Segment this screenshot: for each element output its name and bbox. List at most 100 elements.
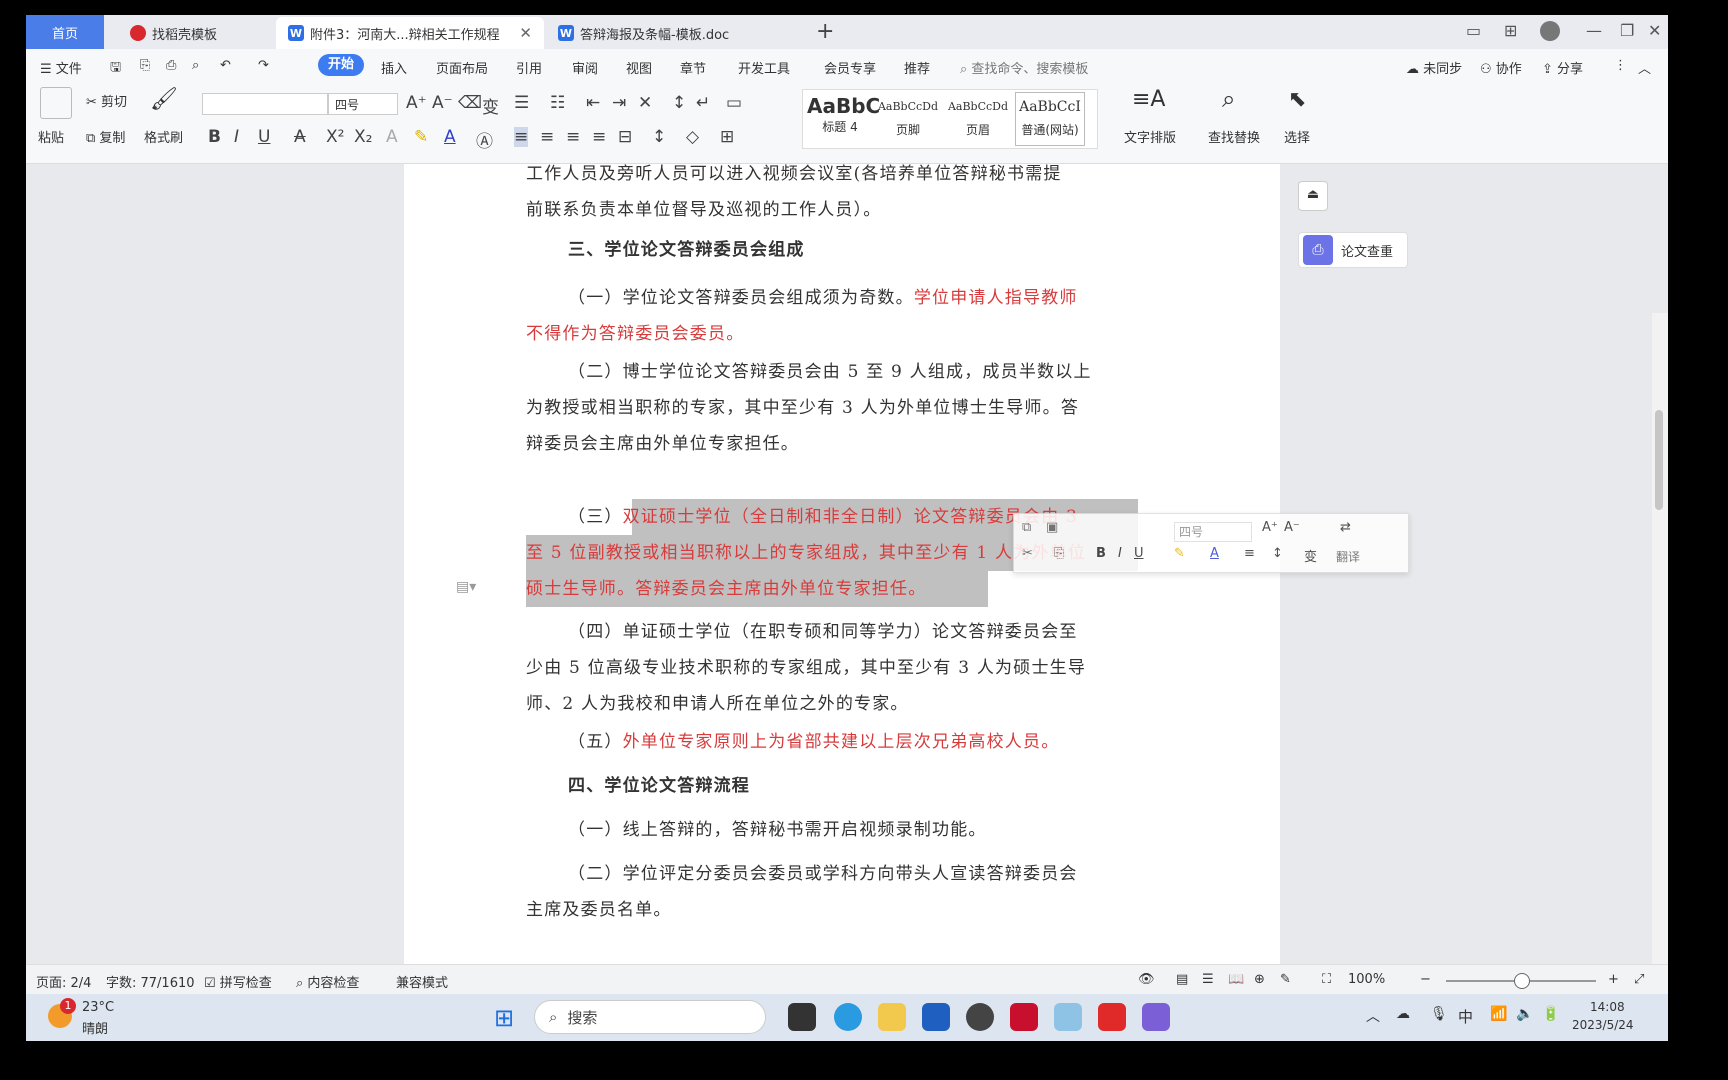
menu-insert[interactable]: 插入: [381, 58, 407, 77]
sync-button[interactable]: ☁ 未同步: [1406, 58, 1462, 77]
menu-member[interactable]: 会员专享: [824, 58, 876, 77]
bold-icon[interactable]: B: [208, 127, 221, 147]
more-icon[interactable]: ⋮: [1614, 58, 1627, 73]
style-heading4[interactable]: AaBbC 标题 4: [807, 94, 880, 135]
menu-developer[interactable]: 开发工具: [738, 58, 790, 77]
paragraph-handle-icon[interactable]: ▤▾: [456, 579, 476, 595]
copy-icon[interactable]: ⧉: [1022, 520, 1031, 535]
menu-chapter[interactable]: 章节: [680, 58, 706, 77]
align-left-icon[interactable]: ≡: [514, 127, 529, 147]
phonetic-icon[interactable]: 变: [1304, 546, 1317, 565]
italic-icon[interactable]: I: [1118, 546, 1122, 561]
font-size-select[interactable]: 四号: [328, 93, 398, 115]
bold-icon[interactable]: B: [1096, 546, 1106, 561]
menu-review[interactable]: 审阅: [572, 58, 598, 77]
align-center-icon[interactable]: ≡: [540, 127, 554, 147]
justify-icon[interactable]: ≡: [592, 127, 606, 147]
wifi-icon[interactable]: 📶: [1490, 1006, 1507, 1022]
export-icon[interactable]: ⎘: [140, 58, 150, 73]
page-view-icon[interactable]: ▤: [1176, 972, 1188, 987]
font-name-select[interactable]: [202, 93, 328, 115]
find-replace-button[interactable]: 查找替换: [1208, 127, 1260, 146]
menu-file[interactable]: ☰ 文件: [40, 58, 82, 77]
clear-format-icon[interactable]: ⌫: [458, 93, 482, 113]
microphone-icon[interactable]: 🎙: [1430, 1006, 1448, 1022]
reading-view-icon[interactable]: 📖: [1228, 972, 1244, 987]
mini-font-size[interactable]: 四号: [1174, 522, 1252, 542]
collab-button[interactable]: ⚇ 协作: [1480, 58, 1522, 77]
borders-icon[interactable]: ⊞: [720, 127, 734, 147]
command-search[interactable]: ⌕ 查找命令、搜索模板: [960, 58, 1088, 77]
battery-icon[interactable]: 🔋: [1542, 1006, 1559, 1022]
close-icon[interactable]: ✕: [519, 24, 532, 42]
paste-icon[interactable]: [40, 87, 72, 119]
strikethrough-icon[interactable]: A: [294, 127, 306, 147]
restore-icon[interactable]: ❐: [1620, 21, 1634, 40]
onedrive-icon[interactable]: ☁: [1396, 1006, 1410, 1022]
spell-check-button[interactable]: ☑ 拼写检查: [204, 972, 272, 991]
weather-desc[interactable]: 晴朗: [82, 1018, 108, 1037]
web-view-icon[interactable]: ⊕: [1254, 972, 1265, 987]
fit-page-icon[interactable]: ⛶: [1322, 972, 1331, 987]
cut-icon[interactable]: ✂: [1022, 546, 1033, 561]
align-icon[interactable]: ≡: [1244, 546, 1255, 561]
shading-icon[interactable]: ◇: [686, 127, 699, 147]
select-button[interactable]: 选择: [1284, 127, 1310, 146]
clock-time[interactable]: 14:08: [1590, 1000, 1625, 1014]
zoom-slider-knob[interactable]: [1514, 973, 1530, 989]
collapse-ribbon-icon[interactable]: ︿: [1638, 58, 1651, 77]
tab-poster-document[interactable]: W 答辩海报及条幅-模板.doc: [546, 17, 812, 49]
task-view-icon[interactable]: [788, 1003, 816, 1031]
new-tab-plus-icon[interactable]: +: [816, 19, 834, 44]
menu-page-layout[interactable]: 页面布局: [436, 58, 488, 77]
paste-icon[interactable]: ▣: [1046, 520, 1058, 535]
increase-indent-icon[interactable]: ⇥: [612, 93, 626, 113]
weather-temp[interactable]: 23°C: [82, 1000, 114, 1015]
superscript-icon[interactable]: X²: [326, 127, 344, 147]
edge-icon[interactable]: [834, 1003, 862, 1031]
tray-chevron-icon[interactable]: ︿: [1366, 1006, 1380, 1026]
translate-icon[interactable]: ⇄: [1340, 520, 1351, 535]
subscript-icon[interactable]: X₂: [354, 127, 372, 147]
grid-icon[interactable]: ⊞: [1504, 21, 1517, 40]
app-icon[interactable]: [1142, 1003, 1170, 1031]
show-marks-icon[interactable]: ↵: [696, 93, 710, 113]
line-spacing-icon[interactable]: ↕: [652, 127, 666, 147]
taskbar-search[interactable]: ⌕ 搜索: [534, 1000, 766, 1034]
highlight-icon[interactable]: ✎: [1174, 546, 1185, 561]
print-icon[interactable]: ⎙: [166, 58, 176, 73]
eye-protection-icon[interactable]: 👁: [1138, 972, 1155, 987]
phonetic-icon[interactable]: 变: [482, 93, 499, 118]
menu-recommend[interactable]: 推荐: [904, 58, 930, 77]
underline-icon[interactable]: U: [1134, 546, 1144, 561]
align-right-icon[interactable]: ≡: [566, 127, 580, 147]
char-border-icon[interactable]: Ⓐ: [476, 127, 493, 152]
page-indicator[interactable]: 页面: 2/4: [36, 972, 91, 991]
numbered-list-icon[interactable]: ☷: [550, 93, 565, 113]
thesis-check-button[interactable]: ⎙ 论文查重: [1298, 232, 1408, 268]
paste-button[interactable]: 粘贴: [38, 127, 64, 146]
ruler-icon[interactable]: ▭: [726, 93, 742, 113]
word-count[interactable]: 字数: 77/1610: [106, 972, 195, 991]
highlight-icon[interactable]: ✎: [414, 127, 428, 147]
clock-date[interactable]: 2023/5/24: [1572, 1018, 1634, 1032]
outline-view-icon[interactable]: ☰: [1202, 972, 1214, 987]
zoom-level[interactable]: 100%: [1348, 972, 1385, 987]
distribute-icon[interactable]: ⊟: [618, 127, 632, 147]
close-window-icon[interactable]: ✕: [1648, 21, 1661, 40]
share-button[interactable]: ⇪ 分享: [1542, 58, 1583, 77]
layout-icon[interactable]: ▭: [1466, 21, 1481, 40]
bullet-list-icon[interactable]: ☰: [514, 93, 529, 113]
grow-font-icon[interactable]: A⁺: [1262, 520, 1278, 535]
clipboard-icon[interactable]: ⎘: [1054, 546, 1064, 561]
line-spacing-icon[interactable]: ↕: [1272, 546, 1283, 561]
volume-icon[interactable]: 🔈: [1516, 1006, 1533, 1022]
fullscreen-icon[interactable]: ⤢: [1634, 972, 1644, 987]
pen-icon[interactable]: ✎: [1280, 972, 1291, 987]
menu-references[interactable]: 引用: [516, 58, 542, 77]
mcafee-icon[interactable]: [1010, 1003, 1038, 1031]
shrink-font-icon[interactable]: A⁻: [432, 93, 453, 113]
avatar[interactable]: [1540, 21, 1560, 41]
menu-view[interactable]: 视图: [626, 58, 652, 77]
store-icon[interactable]: [922, 1003, 950, 1031]
